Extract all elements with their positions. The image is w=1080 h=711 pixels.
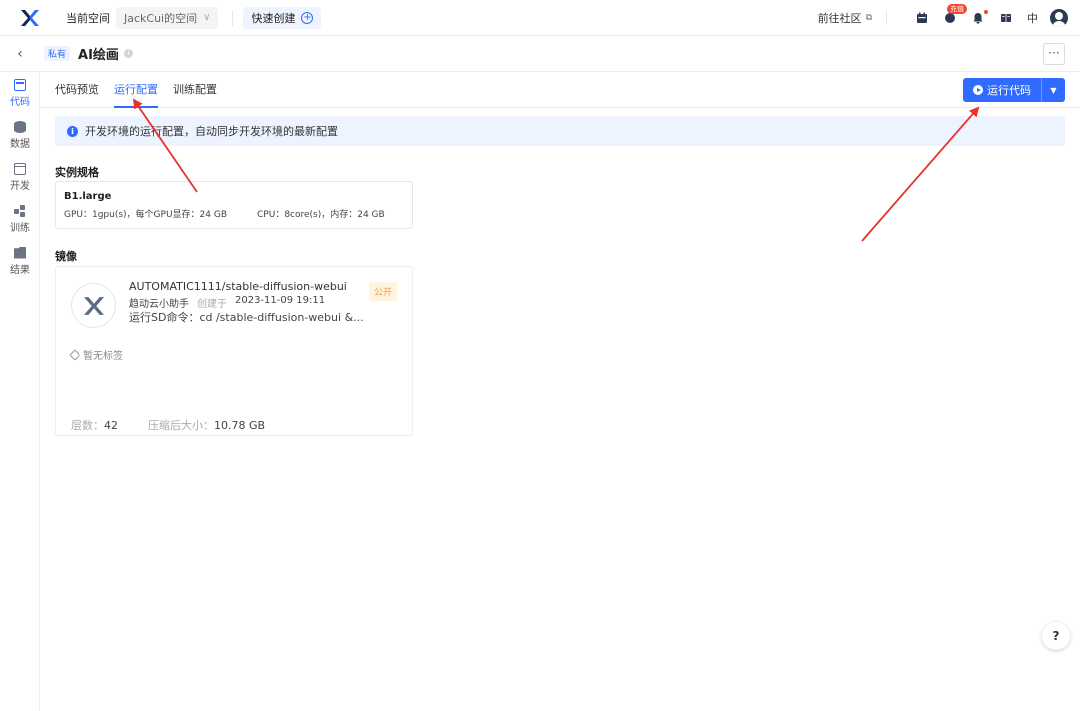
more-options-button[interactable]: ···	[1043, 43, 1065, 65]
tab-code-preview[interactable]: 代码预览	[55, 72, 99, 108]
image-section-title: 镜像	[55, 250, 77, 263]
sidebar-item-label: 开发	[10, 180, 30, 192]
run-code-button[interactable]: 运行代码	[963, 78, 1041, 102]
no-tag-text: 暂无标签	[83, 351, 123, 362]
size-label: 压缩后大小：	[148, 419, 214, 432]
community-link[interactable]: 前往社区 ⧉	[818, 10, 872, 26]
cpu-spec: CPU：8core(s)，内存：24 GB	[257, 210, 385, 220]
side-nav: 代码 数据 开发 训练 结果	[0, 72, 40, 711]
created-label: 创建于	[197, 299, 227, 310]
page-title: AI绘画	[78, 48, 119, 63]
code-icon	[14, 78, 26, 91]
size-value: 10.78 GB	[214, 419, 266, 432]
bell-icon[interactable]	[971, 10, 988, 25]
layers-label: 层数：	[71, 419, 104, 432]
tab-run-config[interactable]: 运行配置	[114, 72, 158, 108]
sidebar-item-label: 代码	[10, 96, 30, 108]
info-notice: i 开发环境的运行配置，自动同步开发环境的最新配置	[55, 116, 1065, 146]
sidebar-item-label: 结果	[10, 264, 30, 276]
database-icon	[14, 120, 26, 133]
run-options-dropdown[interactable]: ▼	[1041, 78, 1065, 102]
gpu-spec: GPU：1gpu(s)，每个GPU显存：24 GB	[64, 210, 228, 220]
sidebar-item-label: 数据	[10, 138, 30, 150]
language-switch[interactable]: 中	[1027, 10, 1038, 26]
run-code-label: 运行代码	[987, 84, 1031, 97]
plus-circle-icon: +	[301, 11, 314, 24]
sidebar-item-dev[interactable]: 开发	[0, 156, 40, 198]
sidebar-item-train[interactable]: 训练	[0, 198, 40, 240]
layers-value: 42	[104, 419, 118, 432]
project-header: ‹ 私有 AI绘画 i ···	[0, 36, 1080, 72]
top-navbar: 当前空间 JackCui的空间 ∨ 快速创建 + 前往社区 ⧉ 充值 中	[0, 0, 1080, 36]
quick-create-label: 快速创建	[251, 11, 296, 25]
caret-down-icon: ▼	[1050, 85, 1057, 95]
back-arrow-icon[interactable]: ‹	[0, 46, 40, 62]
run-code-button-group: 运行代码 ▼	[963, 78, 1065, 102]
wallet-icon[interactable]: 充值	[943, 4, 967, 25]
chevron-down-icon: ∨	[203, 12, 211, 23]
tab-bar: 代码预览 运行配置 训练配置 运行代码 ▼	[40, 72, 1080, 108]
tags-area: 暂无标签	[69, 347, 123, 362]
community-label: 前往社区	[817, 12, 862, 25]
calendar-icon[interactable]	[915, 11, 929, 25]
external-link-icon: ⧉	[865, 13, 872, 23]
image-stats: 层数：42 压缩后大小：10.78 GB	[71, 417, 265, 433]
divider	[232, 9, 234, 26]
dev-icon	[14, 162, 26, 175]
private-badge: 私有	[44, 46, 71, 61]
tab-train-config[interactable]: 训练配置	[173, 72, 217, 108]
tag-icon	[69, 348, 81, 361]
help-button[interactable]: ?	[1042, 622, 1070, 650]
space-select[interactable]: JackCui的空间 ∨	[116, 6, 219, 29]
train-icon	[14, 204, 26, 217]
user-avatar[interactable]	[1050, 9, 1068, 27]
sidebar-item-result[interactable]: 结果	[0, 240, 40, 282]
image-logo	[71, 283, 116, 328]
book-icon[interactable]	[999, 11, 1013, 25]
spec-name: B1.large	[64, 191, 112, 202]
folder-icon	[14, 246, 26, 259]
image-command: 运行SD命令：cd /stable-diffusion-webui &...	[129, 311, 364, 324]
instance-spec-title: 实例规格	[55, 166, 99, 179]
created-time: 2023-11-09 19:11	[235, 295, 326, 306]
notification-dot	[984, 10, 988, 14]
logo-x-icon	[83, 296, 104, 315]
app-logo[interactable]	[0, 0, 60, 36]
notice-text: 开发环境的运行配置，自动同步开发环境的最新配置	[85, 125, 338, 138]
charge-badge: 充值	[947, 4, 967, 14]
logo-x-icon	[21, 9, 39, 26]
play-icon	[973, 85, 983, 95]
image-author: 趋动云小助手	[129, 299, 189, 310]
sidebar-item-code[interactable]: 代码	[0, 72, 40, 114]
annotation-arrow-run-config	[132, 98, 198, 193]
top-right-actions: 前往社区 ⧉ 充值 中	[818, 0, 1068, 36]
quick-create-button[interactable]: 快速创建 +	[243, 6, 322, 29]
instance-spec-card: B1.large GPU：1gpu(s)，每个GPU显存：24 GB CPU：8…	[55, 181, 413, 229]
info-icon[interactable]: i	[123, 49, 133, 58]
current-space-label: 当前空间	[66, 11, 110, 25]
info-icon: i	[67, 125, 78, 137]
divider	[886, 11, 887, 25]
public-badge: 公开	[368, 282, 397, 301]
space-name: JackCui的空间	[124, 11, 198, 25]
image-name: AUTOMATIC1111/stable-diffusion-webui	[129, 280, 347, 293]
image-card[interactable]: AUTOMATIC1111/stable-diffusion-webui 趋动云…	[55, 266, 413, 436]
sidebar-item-data[interactable]: 数据	[0, 114, 40, 156]
sidebar-item-label: 训练	[10, 222, 30, 234]
